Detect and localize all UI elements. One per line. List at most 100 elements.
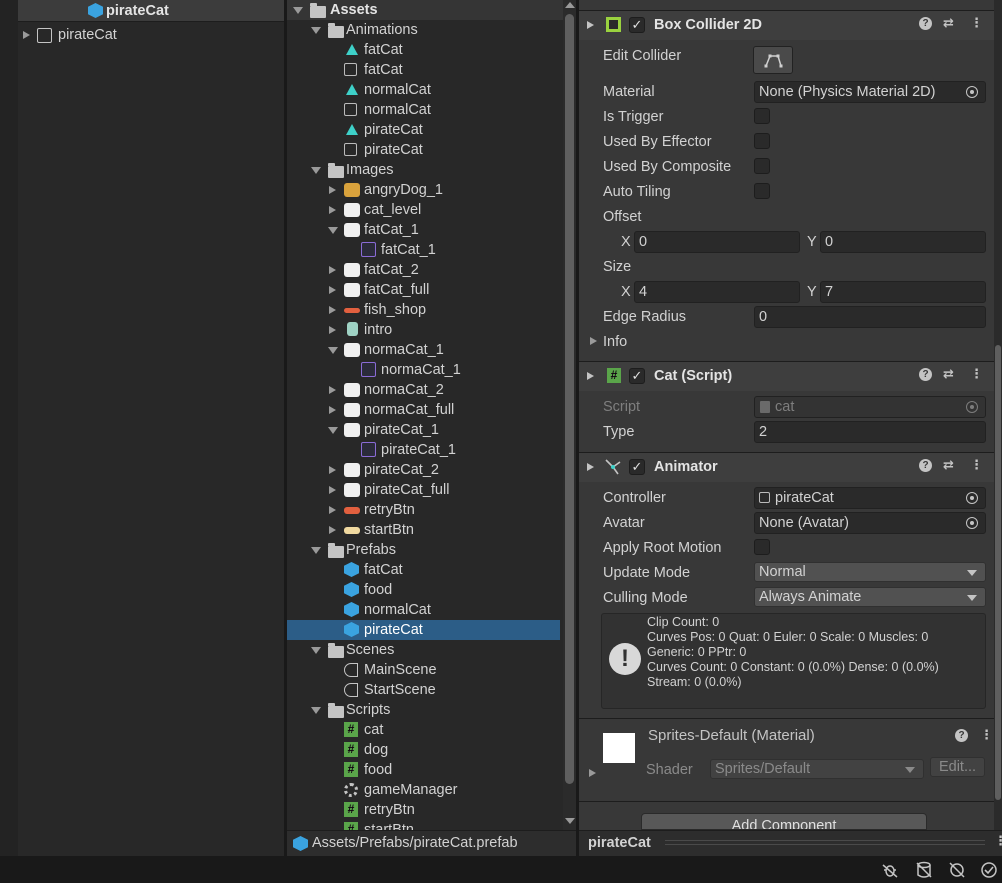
expand-arrow-icon[interactable] (329, 326, 336, 334)
edge-radius-field[interactable]: 0 (754, 306, 986, 328)
edit-collider-button[interactable] (753, 46, 793, 74)
project-tree-item[interactable]: pirateCat_full (287, 480, 560, 500)
project-tree-item[interactable]: Scenes (287, 640, 560, 660)
project-tree-item[interactable]: # food (287, 760, 560, 780)
project-tree-item[interactable]: normaCat_full (287, 400, 560, 420)
cat-script-enabled-checkbox[interactable]: ✓ (629, 368, 645, 384)
expand-arrow-icon[interactable] (23, 31, 30, 39)
expand-arrow-icon[interactable] (329, 386, 336, 394)
project-tree-item[interactable]: pirateCat (287, 140, 560, 160)
project-tree-item[interactable]: fatCat_1 (287, 240, 560, 260)
expand-arrow-icon[interactable] (329, 306, 336, 314)
expand-arrow-icon[interactable] (329, 506, 336, 514)
project-tree-item[interactable]: pirateCat_2 (287, 460, 560, 480)
collapse-arrow-icon[interactable] (311, 647, 321, 654)
expand-arrow-icon[interactable] (329, 206, 336, 214)
project-tree-item[interactable]: cat_level (287, 200, 560, 220)
size-x-field[interactable]: 4 (634, 281, 800, 303)
more-menu-icon[interactable]: ⋮ (970, 15, 983, 31)
shader-edit-button[interactable]: Edit... (930, 757, 985, 777)
info-foldout-arrow-icon[interactable] (590, 337, 597, 345)
shader-dropdown[interactable]: Sprites/Default (710, 759, 924, 779)
check-status-icon[interactable] (980, 861, 998, 879)
project-tree-item[interactable]: normaCat_1 (287, 360, 560, 380)
used-by-effector-checkbox[interactable] (754, 133, 770, 149)
foldout-arrow-icon[interactable] (587, 21, 594, 29)
used-by-composite-checkbox[interactable] (754, 158, 770, 174)
expand-arrow-icon[interactable] (329, 466, 336, 474)
object-picker-icon[interactable] (966, 517, 978, 529)
project-tree-item[interactable]: normalCat (287, 600, 560, 620)
inspector-scrollbar-thumb[interactable] (995, 345, 1001, 800)
material-field[interactable]: None (Physics Material 2D) (754, 81, 986, 103)
expand-arrow-icon[interactable] (329, 486, 336, 494)
collapse-arrow-icon[interactable] (311, 547, 321, 554)
project-tree-item[interactable]: gameManager (287, 780, 560, 800)
help-icon[interactable]: ? (919, 17, 932, 30)
project-tree-item[interactable]: fatCat_2 (287, 260, 560, 280)
foldout-arrow-icon[interactable] (587, 372, 594, 380)
help-icon[interactable]: ? (919, 459, 932, 472)
culling-mode-dropdown[interactable]: Always Animate (754, 587, 986, 607)
offset-x-field[interactable]: 0 (634, 231, 800, 253)
project-tree-item[interactable]: food (287, 580, 560, 600)
collapse-arrow-icon[interactable] (311, 167, 321, 174)
collapse-arrow-icon[interactable] (293, 7, 303, 14)
expand-arrow-icon[interactable] (329, 406, 336, 414)
project-tree-item[interactable]: MainScene (287, 660, 560, 680)
project-scrollbar-thumb[interactable] (565, 14, 574, 784)
info-foldout-label[interactable]: Info (603, 332, 627, 352)
project-tree-item[interactable]: Images (287, 160, 560, 180)
project-tree-item[interactable]: Prefabs (287, 540, 560, 560)
auto-generate-lighting-icon[interactable] (948, 861, 966, 879)
project-tree-item[interactable]: intro (287, 320, 560, 340)
box-collider-enabled-checkbox[interactable]: ✓ (629, 17, 645, 33)
size-y-field[interactable]: 7 (820, 281, 986, 303)
more-menu-icon[interactable]: ⋮ (970, 366, 983, 382)
avatar-field[interactable]: None (Avatar) (754, 512, 986, 534)
debug-bug-icon[interactable] (881, 861, 899, 879)
project-tree-item[interactable]: angryDog_1 (287, 180, 560, 200)
apply-root-motion-checkbox[interactable] (754, 539, 770, 555)
project-tree-item[interactable]: pirateCat (287, 620, 560, 640)
project-tree-item[interactable]: # cat (287, 720, 560, 740)
expand-arrow-icon[interactable] (329, 286, 336, 294)
object-picker-icon[interactable] (966, 492, 978, 504)
project-tree-item[interactable]: fatCat (287, 60, 560, 80)
project-tree-item[interactable]: fatCat_1 (287, 220, 560, 240)
more-menu-icon[interactable]: ⋮ (980, 727, 993, 743)
expand-arrow-icon[interactable] (329, 526, 336, 534)
presets-icon[interactable]: ⇄ (943, 366, 954, 382)
project-tree-item[interactable]: Animations (287, 20, 560, 40)
update-mode-dropdown[interactable]: Normal (754, 562, 986, 582)
scroll-up-icon[interactable] (565, 2, 575, 8)
project-tree-item[interactable]: # dog (287, 740, 560, 760)
more-menu-icon[interactable]: ⋮ (970, 457, 983, 473)
project-tree-item[interactable]: startBtn (287, 520, 560, 540)
collapse-arrow-icon[interactable] (328, 227, 338, 234)
project-tree-item[interactable]: retryBtn (287, 500, 560, 520)
cache-server-icon[interactable] (915, 861, 933, 879)
presets-icon[interactable]: ⇄ (943, 15, 954, 31)
type-field[interactable]: 2 (754, 421, 986, 443)
project-tree-item[interactable]: normalCat (287, 100, 560, 120)
project-tree-item[interactable]: StartScene (287, 680, 560, 700)
auto-tiling-checkbox[interactable] (754, 183, 770, 199)
collapse-arrow-icon[interactable] (328, 427, 338, 434)
footer-drag-handle[interactable] (665, 840, 985, 845)
expand-arrow-icon[interactable] (329, 266, 336, 274)
project-tree-item[interactable]: pirateCat_1 (287, 440, 560, 460)
project-tree-item[interactable]: normalCat (287, 80, 560, 100)
help-icon[interactable]: ? (955, 729, 968, 742)
project-tree-item[interactable]: pirateCat (287, 120, 560, 140)
project-root-label[interactable]: Assets (330, 0, 378, 20)
is-trigger-checkbox[interactable] (754, 108, 770, 124)
presets-icon[interactable]: ⇄ (943, 457, 954, 473)
expand-arrow-icon[interactable] (329, 186, 336, 194)
scroll-down-icon[interactable] (565, 818, 575, 824)
collapse-arrow-icon[interactable] (311, 27, 321, 34)
material-foldout-arrow-icon[interactable] (589, 769, 596, 777)
more-menu-icon[interactable]: ⋮ (994, 833, 1002, 849)
object-picker-icon[interactable] (966, 86, 978, 98)
project-tree-item[interactable]: fish_shop (287, 300, 560, 320)
